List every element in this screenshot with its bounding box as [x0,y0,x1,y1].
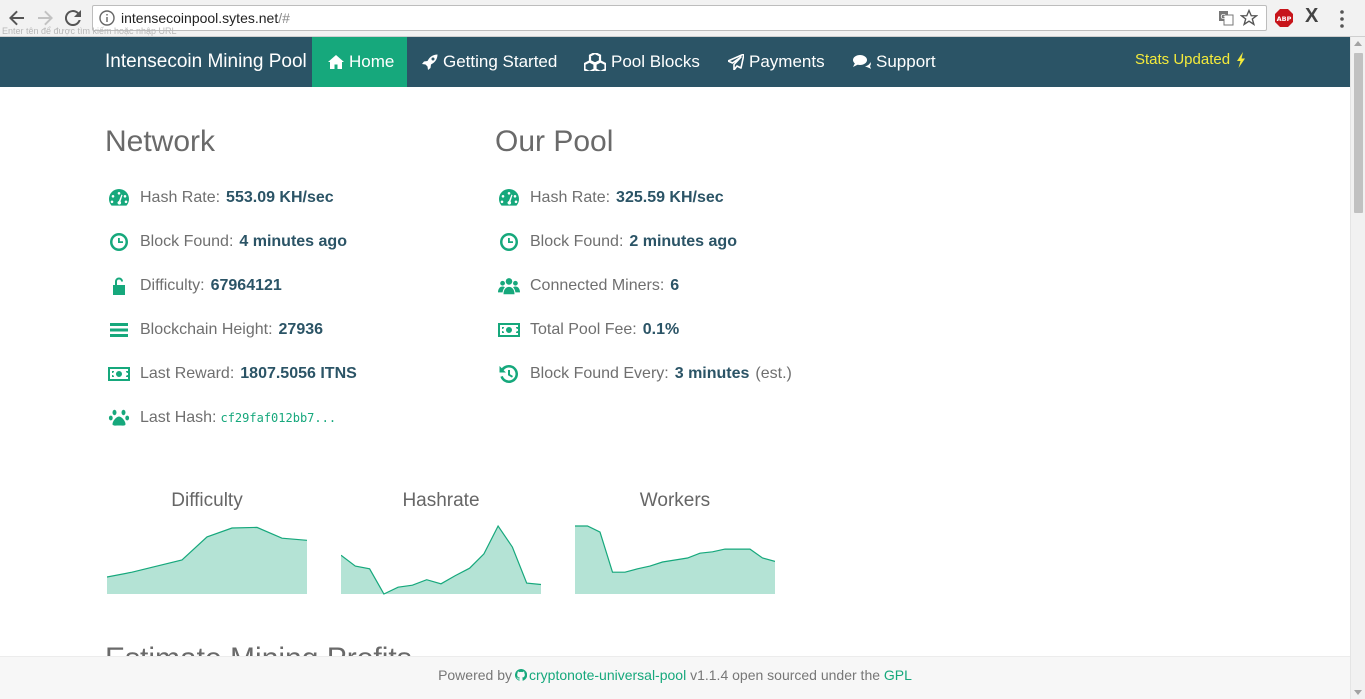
footer-license-link[interactable]: GPL [884,667,912,683]
bolt-icon [1237,51,1246,68]
network-block-found-label: Block Found: [140,233,234,250]
scroll-down-arrow[interactable] [1354,690,1362,695]
pool-block-found-every-value: 3 minutes [674,365,750,382]
nav-getting-started-label: Getting Started [443,52,558,71]
pool-block-found-label: Block Found: [530,233,624,250]
nav-getting-started[interactable]: Getting Started [422,37,557,87]
arrow-left-icon [9,10,24,26]
network-difficulty-label: Difficulty: [140,277,205,294]
network-difficulty-value: 67964121 [210,277,282,294]
bars-icon [108,319,130,341]
network-last-reward: Last Reward: 1807.5056 ITNS [108,362,357,386]
svg-text:G: G [1221,13,1226,21]
footer-version: v1.1.4 open sourced under the [690,667,881,683]
stats-updated-label: Stats Updated [1135,51,1231,68]
menu-icon[interactable] [1340,10,1344,28]
rocket-icon [422,54,438,70]
network-last-hash: Last Hash: cf29faf012bb7... [108,406,336,430]
pool-connected-miners-value: 6 [670,277,680,294]
nav-support-label: Support [876,52,936,71]
footer-powered-by: Powered by [438,667,512,683]
money-icon [108,363,130,385]
pool-block-found-every-label: Block Found Every: [530,365,669,382]
comments-icon [853,55,871,69]
nav-support[interactable]: Support [853,37,936,87]
info-icon[interactable] [99,10,115,26]
network-last-hash-value[interactable]: cf29faf012bb7... [220,411,336,425]
page-scrollbar[interactable] [1350,37,1365,699]
footer-project-link[interactable]: cryptonote-universal-pool [529,667,686,683]
adblock-plus-icon[interactable]: ABP [1274,8,1294,28]
home-icon [328,55,344,69]
money-icon [498,319,520,341]
pool-block-found-every-suffix: (est.) [755,365,792,382]
pool-hash-rate: Hash Rate: 325.59 KH/sec [498,186,724,210]
pool-title: Our Pool [495,125,614,158]
network-last-reward-label: Last Reward: [140,365,235,382]
network-difficulty: Difficulty: 67964121 [108,274,282,298]
clock-icon [498,231,520,253]
address-bar[interactable]: intensecoinpool.sytes.net/# G [92,5,1267,31]
footer: Powered by cryptonote-universal-pool v1.1… [0,656,1350,699]
nav-pool-blocks-label: Pool Blocks [611,52,700,71]
history-icon [498,363,520,385]
pool-block-found: Block Found: 2 minutes ago [498,230,737,254]
nav-home[interactable]: Home [312,37,407,87]
network-title: Network [105,125,216,158]
paper-plane-icon [728,54,744,70]
nav-payments-label: Payments [749,52,825,71]
difficulty-sparkline [107,526,307,594]
network-hash-rate-label: Hash Rate: [140,189,221,206]
cubes-icon [584,53,606,71]
hashrate-sparkline [341,524,541,595]
pool-connected-miners-label: Connected Miners: [530,277,665,294]
pool-total-fee: Total Pool Fee: 0.1% [498,318,679,342]
scroll-thumb[interactable] [1354,53,1363,213]
nav-home-label: Home [349,52,395,71]
network-last-hash-label: Last Hash: [140,409,217,426]
reload-icon [65,10,81,26]
network-blockchain-height-label: Blockchain Height: [140,321,273,338]
brand-link[interactable]: Intensecoin Mining Pool [105,51,307,73]
star-icon[interactable] [1240,9,1258,27]
stats-updated-indicator: Stats Updated [1135,51,1246,68]
network-block-found-value: 4 minutes ago [239,233,347,250]
translate-icon[interactable]: G [1218,10,1234,26]
workers-chart: Workers [575,490,775,596]
workers-sparkline [575,525,775,594]
tachometer-icon [498,187,520,209]
pool-total-fee-label: Total Pool Fee: [530,321,637,338]
pool-total-fee-value: 0.1% [642,321,680,338]
github-icon [514,668,528,681]
pool-block-found-every: Block Found Every: 3 minutes (est.) [498,362,792,386]
footer-text: Powered by cryptonote-universal-pool v1.1… [0,667,1350,683]
arrow-right-icon [38,10,53,26]
pool-connected-miners: Connected Miners: 6 [498,274,679,298]
clock-icon [108,231,130,253]
hashrate-chart: Hashrate [341,490,541,596]
url-text[interactable]: intensecoinpool.sytes.net/# [121,10,290,26]
svg-text:ABP: ABP [1277,15,1292,23]
scroll-up-arrow[interactable] [1354,41,1362,46]
browser-toolbar: intensecoinpool.sytes.net/# G ABP X Ente… [0,0,1365,37]
pool-block-found-value: 2 minutes ago [629,233,737,250]
network-blockchain-height: Blockchain Height: 27936 [108,318,323,342]
tachometer-icon [108,187,130,209]
network-block-found: Block Found: 4 minutes ago [108,230,347,254]
nav-pool-blocks[interactable]: Pool Blocks [584,37,700,87]
nav-payments[interactable]: Payments [728,37,825,87]
paw-icon [108,407,130,429]
pool-hash-rate-value: 325.59 KH/sec [616,189,724,206]
site-navbar: Intensecoin Mining Pool Home Getting Sta… [0,37,1350,87]
network-hash-rate: Hash Rate: 553.09 KH/sec [108,186,334,210]
users-icon [498,275,520,297]
pool-hash-rate-label: Hash Rate: [530,189,611,206]
x-extension-icon[interactable]: X [1305,5,1318,28]
network-hash-rate-value: 553.09 KH/sec [226,189,334,206]
difficulty-chart: Difficulty [107,490,307,596]
network-last-reward-value: 1807.5056 ITNS [240,365,357,382]
unlock-icon [108,275,130,297]
network-blockchain-height-value: 27936 [278,321,324,338]
omnibox-tooltip: Enter tên để được tìm kiếm hoặc nhập URL [2,26,177,36]
